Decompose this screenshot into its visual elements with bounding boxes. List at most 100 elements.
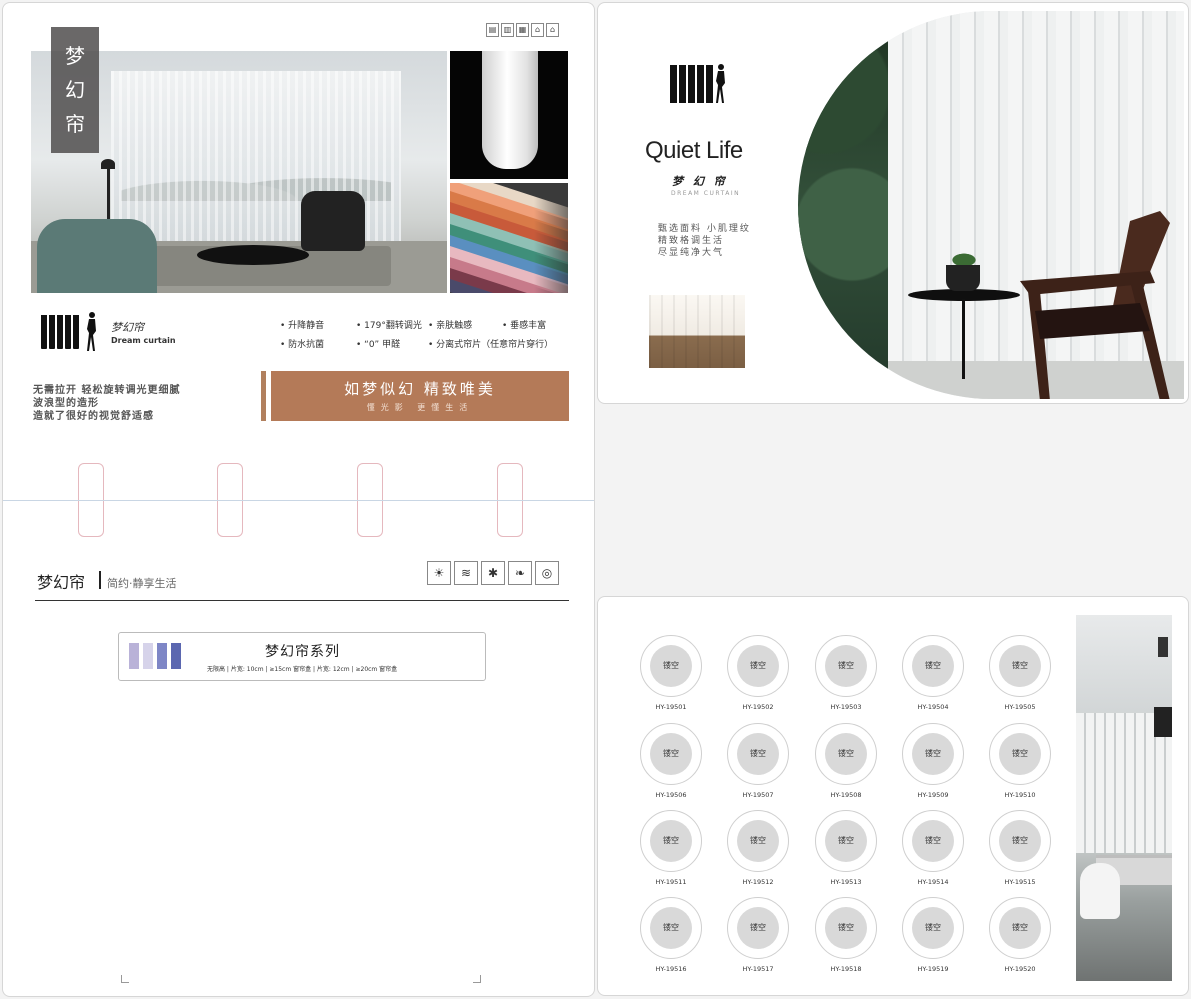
swatch-code: HY-19515 xyxy=(1004,878,1036,886)
sunset-icon: ≋ xyxy=(454,561,478,585)
section-underline xyxy=(35,600,569,601)
side-table-leg xyxy=(962,299,965,379)
series-title: 梦幻帘系列 xyxy=(265,644,340,660)
leaf-icon: ❧ xyxy=(508,561,532,585)
swatch-label: 镂空 xyxy=(650,907,692,949)
swatch-code: HY-19509 xyxy=(917,791,949,799)
plant-pot xyxy=(946,265,980,291)
swatch-label: 镂空 xyxy=(999,907,1041,949)
swatch-ring: 镂空 xyxy=(727,897,789,959)
swatch-code: HY-19518 xyxy=(830,965,862,973)
feature-item: 防水抗菌 xyxy=(280,337,324,350)
section-icon-row: ☀ ≋ ✱ ❧ ◎ xyxy=(427,561,559,585)
series-info-box: 梦幻帘系列 无限高 | 片宽: 10cm | ≥15cm 窗帘盒 | 片宽: 1… xyxy=(118,632,486,681)
swatch-label: 镂空 xyxy=(650,820,692,862)
swatch-ring: 镂空 xyxy=(989,810,1051,872)
woman-silhouette-icon xyxy=(87,312,96,351)
swatch-item: 镂空 HY-19514 xyxy=(901,810,965,886)
top-icon-row: ▤ ▥ ▦ ⌂ ⌂ xyxy=(486,23,559,37)
brand-name-en: Dream curtain xyxy=(111,336,176,345)
swatch-label: 镂空 xyxy=(999,645,1041,687)
swatch-ring: 镂空 xyxy=(989,635,1051,697)
series-spec: 无限高 | 片宽: 10cm | ≥15cm 窗帘盒 | 片宽: 12cm | … xyxy=(207,666,398,673)
building-icon: ▦ xyxy=(516,23,529,37)
swatch-item: 镂空 HY-19502 xyxy=(726,635,790,711)
wall-decor xyxy=(1154,707,1172,737)
feature-item: 分离式帘片（任意帘片穿行） xyxy=(428,337,553,350)
swatch-code: HY-19520 xyxy=(1004,965,1036,973)
swatch-label: 镂空 xyxy=(999,733,1041,775)
truck-icon: ▥ xyxy=(501,23,514,37)
floor-lamp-head xyxy=(101,159,115,169)
swatch-ring: 镂空 xyxy=(640,635,702,697)
swatch-item: 镂空 HY-19507 xyxy=(726,723,790,799)
description-line: 造就了很好的视觉舒适感 xyxy=(33,411,154,422)
section-title: 梦幻帘 xyxy=(37,573,86,592)
interior-photo xyxy=(1076,615,1172,981)
swatch-code: HY-19514 xyxy=(917,878,949,886)
swatch-item: 镂空 HY-19520 xyxy=(988,897,1052,973)
brand-name-en: DREAM CURTAIN xyxy=(671,190,741,197)
swatch-label: 镂空 xyxy=(825,733,867,775)
lounge-chair xyxy=(301,191,365,251)
swatch-ring: 镂空 xyxy=(902,635,964,697)
swatch-ring: 镂空 xyxy=(727,810,789,872)
title-char: 帘 xyxy=(65,112,85,136)
swatch-ring: 镂空 xyxy=(989,723,1051,785)
woman-silhouette-icon xyxy=(716,64,725,103)
swatch-label: 镂空 xyxy=(999,820,1041,862)
star-icon: ✱ xyxy=(481,561,505,585)
fabric-closeup-photo xyxy=(450,51,568,179)
color-chip-row xyxy=(129,643,181,669)
title-char: 幻 xyxy=(65,78,85,102)
swatch-code: HY-19507 xyxy=(742,791,774,799)
swatch-code: HY-19511 xyxy=(655,878,687,886)
swatch-label: 镂空 xyxy=(912,733,954,775)
swatch-ring: 镂空 xyxy=(902,810,964,872)
swatch-item: 镂空 HY-19515 xyxy=(988,810,1052,886)
swatch-label: 镂空 xyxy=(737,820,779,862)
swatch-label: 镂空 xyxy=(912,820,954,862)
plant-wall xyxy=(798,11,888,399)
color-chip xyxy=(171,643,181,669)
feature-item: 179°翻转调光 xyxy=(356,318,422,331)
brand-name-cn: 梦 幻 帘 xyxy=(672,175,728,188)
swatch-item: 镂空 HY-19516 xyxy=(639,897,703,973)
crop-mark xyxy=(121,975,129,983)
swatch-item: 镂空 HY-19501 xyxy=(639,635,703,711)
left-brochure-page: 梦 幻 帘 ▤ ▥ ▦ ⌂ ⌂ 梦幻帘 Dream curtain 升降静音 1… xyxy=(2,2,595,997)
brand-name-cn: 梦幻帘 xyxy=(111,321,144,334)
swatch-label: 镂空 xyxy=(825,645,867,687)
fold-line xyxy=(3,500,594,501)
wooden-armchair xyxy=(1020,211,1170,399)
swatch-ring: 镂空 xyxy=(815,723,877,785)
swatch-item: 镂空 HY-19505 xyxy=(988,635,1052,711)
swatch-item: 镂空 HY-19518 xyxy=(814,897,878,973)
curtain-icon: ▤ xyxy=(486,23,499,37)
swatch-code: HY-19517 xyxy=(742,965,774,973)
color-chip xyxy=(143,643,153,669)
swatch-item: 镂空 HY-19503 xyxy=(814,635,878,711)
swatch-ring: 镂空 xyxy=(727,635,789,697)
swatch-code: HY-19512 xyxy=(742,878,774,886)
swatch-label: 镂空 xyxy=(650,733,692,775)
swatch-code: HY-19504 xyxy=(917,703,949,711)
swatch-ring: 镂空 xyxy=(815,635,877,697)
swatch-label: 镂空 xyxy=(650,645,692,687)
swatch-code: HY-19503 xyxy=(830,703,862,711)
swatch-ring: 镂空 xyxy=(902,897,964,959)
swatch-label: 镂空 xyxy=(737,733,779,775)
curtain-logo-icon xyxy=(670,65,718,105)
swatch-item: 镂空 HY-19509 xyxy=(901,723,965,799)
banner-accent-bar xyxy=(261,371,266,421)
feature-item: 亲肤触感 xyxy=(428,318,472,331)
circles-icon: ◎ xyxy=(535,561,559,585)
quiet-life-page: Quiet Life 梦 幻 帘 DREAM CURTAIN 甄选面料 小肌理纹… xyxy=(597,2,1189,404)
swatch-code: HY-19519 xyxy=(917,965,949,973)
quiet-life-title: Quiet Life xyxy=(645,137,743,164)
section-subtitle: 简约·静享生活 xyxy=(107,577,177,590)
white-chair xyxy=(1080,863,1120,919)
swatch-label: 镂空 xyxy=(912,907,954,949)
title-char: 梦 xyxy=(65,44,85,68)
swatch-code: HY-19506 xyxy=(655,791,687,799)
